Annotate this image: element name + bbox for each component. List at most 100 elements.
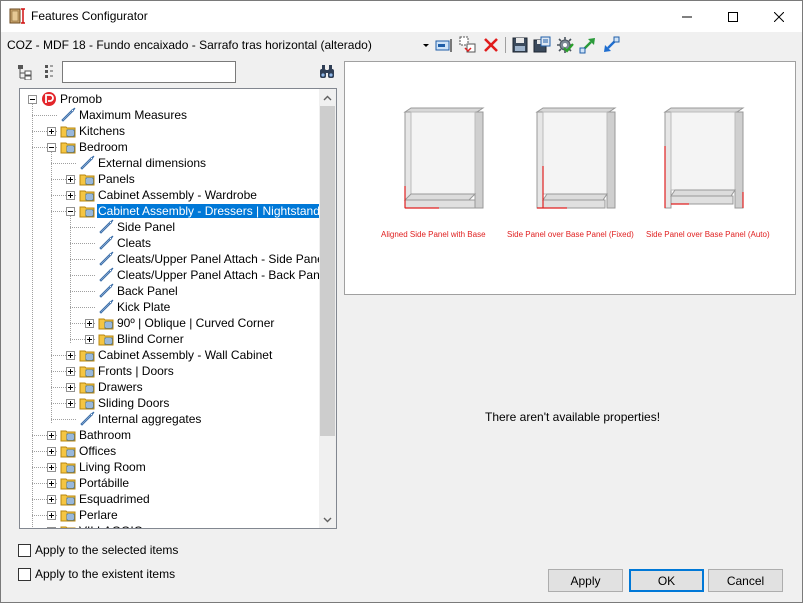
- expand-icon[interactable]: [47, 527, 56, 528]
- tree-item-label: Bedroom: [79, 140, 128, 154]
- expand-icon[interactable]: [66, 351, 75, 360]
- list-view-icon[interactable]: [41, 64, 57, 80]
- collapse-icon[interactable]: [66, 207, 75, 216]
- tree-item[interactable]: Cabinet Assembly - Dressers | Nightstand…: [20, 203, 319, 219]
- expand-icon[interactable]: [66, 399, 75, 408]
- collapse-icon[interactable]: [47, 143, 56, 152]
- tree-item[interactable]: Cleats/Upper Panel Attach - Back Panel: [20, 267, 319, 283]
- dropdown-arrow-icon[interactable]: [420, 36, 432, 54]
- expand-icon[interactable]: [66, 191, 75, 200]
- expand-icon[interactable]: [66, 367, 75, 376]
- delete-icon[interactable]: [482, 36, 500, 54]
- maximize-button[interactable]: [710, 1, 756, 32]
- export-icon[interactable]: [579, 36, 597, 54]
- save-icon[interactable]: [511, 36, 529, 54]
- folder-icon: [79, 398, 95, 410]
- expand-icon[interactable]: [85, 319, 94, 328]
- tree-item-label: Portábille: [79, 476, 130, 490]
- configuration-selector[interactable]: COZ - MDF 18 - Fundo encaixado - Sarrafo…: [7, 38, 372, 52]
- tree-item[interactable]: Cleats: [20, 235, 319, 251]
- tree-item[interactable]: Perlare: [20, 507, 319, 523]
- expand-icon[interactable]: [47, 463, 56, 472]
- tree-item-label: Cleats: [117, 236, 152, 250]
- expand-icon[interactable]: [47, 511, 56, 520]
- tree-item-label: External dimensions: [98, 156, 207, 170]
- apply-existent-checkbox[interactable]: Apply to the existent items: [18, 566, 175, 582]
- expand-icon[interactable]: [85, 335, 94, 344]
- expand-icon[interactable]: [47, 127, 56, 136]
- scroll-down-button[interactable]: [319, 511, 336, 528]
- tree-scrollbar[interactable]: [319, 89, 336, 528]
- tree-item[interactable]: Esquadrimed: [20, 491, 319, 507]
- tree-item-label: Esquadrimed: [79, 492, 150, 506]
- tree-item-label: Perlare: [79, 508, 118, 522]
- tag-icon: [99, 283, 114, 298]
- expand-icon[interactable]: [47, 431, 56, 440]
- tag-icon: [99, 235, 114, 250]
- minimize-button[interactable]: [664, 1, 710, 32]
- title-bar[interactable]: Features Configurator: [1, 1, 802, 32]
- tree-item[interactable]: Living Room: [20, 459, 319, 475]
- tree-item[interactable]: Blind Corner: [20, 331, 319, 347]
- expand-icon[interactable]: [66, 383, 75, 392]
- tree-item-label: Offices: [79, 444, 117, 458]
- tree-item-label: VILLAGGIO: [78, 524, 144, 528]
- save-as-icon[interactable]: [533, 36, 551, 54]
- tree-item-label: Cabinet Assembly - Wardrobe: [98, 188, 257, 202]
- tree-item[interactable]: 90º | Oblique | Curved Corner: [20, 315, 319, 331]
- scroll-thumb[interactable]: [320, 106, 335, 436]
- cabinet-side-over-base-fixed-image: [535, 107, 617, 209]
- expand-icon[interactable]: [66, 175, 75, 184]
- tree-item-label: Drawers: [98, 380, 143, 394]
- checkbox-box[interactable]: [18, 543, 31, 557]
- tree-item[interactable]: Cabinet Assembly - Wardrobe: [20, 187, 319, 203]
- tree-item[interactable]: Portábille: [20, 475, 319, 491]
- apply-selected-checkbox[interactable]: Apply to the selected items: [18, 542, 178, 558]
- tree-item[interactable]: Panels: [20, 171, 319, 187]
- close-button[interactable]: [756, 1, 802, 32]
- tree-item[interactable]: Internal aggregates: [20, 411, 319, 427]
- tree-item[interactable]: Sliding Doors: [20, 395, 319, 411]
- features-tree[interactable]: Promob Maximum Measures Kitchens Bedroom Ext…: [19, 88, 337, 529]
- folder-icon: [60, 142, 76, 154]
- tree-item[interactable]: Side Panel: [20, 219, 319, 235]
- rename-icon[interactable]: [435, 36, 453, 54]
- collapse-icon[interactable]: [28, 95, 37, 104]
- cabinet-aligned-side-panel-image: [403, 107, 485, 209]
- tree-item-label: Blind Corner: [117, 332, 184, 346]
- checkbox-box[interactable]: [18, 567, 31, 581]
- tree-item[interactable]: External dimensions: [20, 155, 319, 171]
- toolbar-separator: [505, 37, 506, 53]
- tree-item[interactable]: Drawers: [20, 379, 319, 395]
- tree-item[interactable]: VILLAGGIO: [20, 523, 319, 528]
- tree-item[interactable]: Back Panel: [20, 283, 319, 299]
- expand-icon[interactable]: [47, 447, 56, 456]
- tree-item[interactable]: Kick Plate: [20, 299, 319, 315]
- import-icon[interactable]: [602, 36, 620, 54]
- tree-item[interactable]: Maximum Measures: [20, 107, 319, 123]
- search-input[interactable]: [62, 61, 236, 83]
- settings-icon[interactable]: [556, 36, 574, 54]
- tree-item[interactable]: Bathroom: [20, 427, 319, 443]
- binoculars-icon[interactable]: [319, 64, 335, 80]
- expand-icon[interactable]: [47, 479, 56, 488]
- expand-tree-icon[interactable]: [17, 64, 33, 80]
- tree-item[interactable]: Promob: [20, 91, 319, 107]
- tree-guide-line: [32, 115, 57, 116]
- tree-item[interactable]: Cabinet Assembly - Wall Cabinet: [20, 347, 319, 363]
- scroll-up-button[interactable]: [319, 89, 336, 106]
- folder-icon: [60, 526, 76, 528]
- apply-button[interactable]: Apply: [548, 569, 623, 592]
- tree-item[interactable]: Offices: [20, 443, 319, 459]
- tree-item[interactable]: Fronts | Doors: [20, 363, 319, 379]
- copy-icon[interactable]: [459, 36, 477, 54]
- preview-caption: Aligned Side Panel with Base: [381, 230, 486, 239]
- cancel-button[interactable]: Cancel: [708, 569, 783, 592]
- tree-item-label: Side Panel: [117, 220, 176, 234]
- tree-item[interactable]: Kitchens: [20, 123, 319, 139]
- tree-item[interactable]: Cleats/Upper Panel Attach - Side Panel: [20, 251, 319, 267]
- ok-button[interactable]: OK: [629, 569, 704, 592]
- tree-item[interactable]: Bedroom: [20, 139, 319, 155]
- folder-icon: [79, 190, 95, 202]
- expand-icon[interactable]: [47, 495, 56, 504]
